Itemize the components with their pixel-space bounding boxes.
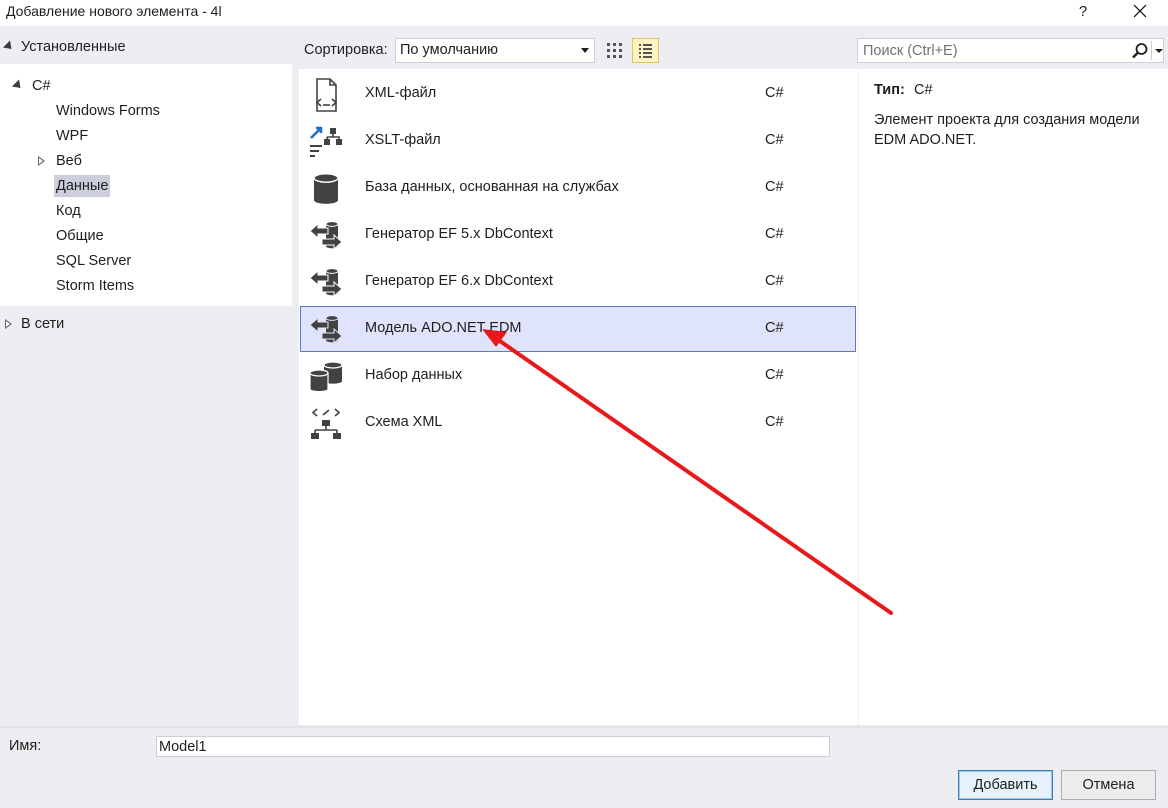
- search-input[interactable]: [858, 39, 1128, 62]
- tree-item-windows-forms[interactable]: Windows Forms: [56, 100, 160, 122]
- template-language: C#: [765, 226, 784, 242]
- installed-label: Установленные: [21, 39, 126, 55]
- installed-header[interactable]: Установленные: [0, 34, 292, 62]
- sort-label: Сортировка:: [304, 42, 388, 58]
- details-panel: Тип: C# Элемент проекта для создания мод…: [859, 69, 1168, 725]
- template-item-ef5-generator[interactable]: Генератор EF 5.x DbContext C#: [300, 212, 856, 258]
- xml-schema-icon: [311, 408, 341, 439]
- type-label: Тип:: [874, 82, 905, 98]
- tree-item-general[interactable]: Общие: [56, 225, 104, 247]
- xslt-file-icon: [310, 126, 342, 157]
- template-language: C#: [765, 414, 784, 430]
- template-language: C#: [765, 273, 784, 289]
- name-label: Имя:: [9, 738, 42, 754]
- close-button[interactable]: [1126, 0, 1154, 24]
- template-name: Модель ADO.NET EDM: [365, 320, 522, 336]
- tree-item-label: C#: [32, 78, 51, 94]
- dataset-icon: [309, 361, 343, 393]
- expand-triangle-icon: [2, 40, 16, 53]
- template-name: Генератор EF 5.x DbContext: [365, 226, 553, 242]
- tree-item-web-row[interactable]: Веб: [0, 150, 292, 172]
- ado-model-icon: [309, 315, 343, 345]
- online-label: В сети: [21, 316, 65, 332]
- window-title: Добавление нового элемента - 4l: [6, 3, 222, 19]
- template-description: Элемент проекта для создания модели EDM …: [874, 112, 1140, 148]
- ef-generator-icon: [309, 221, 343, 251]
- ef-generator-icon: [309, 268, 343, 298]
- chevron-down-icon: [581, 48, 589, 53]
- template-name: XML-файл: [365, 85, 437, 101]
- tree-item-code[interactable]: Код: [56, 200, 81, 222]
- list-view-icon: [639, 44, 652, 58]
- template-item-dataset[interactable]: Набор данных C#: [300, 353, 856, 399]
- database-icon: [313, 173, 339, 204]
- view-list-button[interactable]: [632, 38, 659, 63]
- tree-item-storm-items[interactable]: Storm Items: [56, 275, 134, 297]
- template-name: Набор данных: [365, 367, 463, 383]
- search-icon[interactable]: [1130, 41, 1150, 61]
- template-language: C#: [765, 85, 784, 101]
- search-box[interactable]: [857, 38, 1164, 63]
- tree-item-csharp[interactable]: C#: [0, 75, 292, 97]
- sort-value: По умолчанию: [400, 42, 499, 58]
- tree-item-sql-server[interactable]: SQL Server: [56, 250, 131, 272]
- template-language: C#: [765, 179, 784, 195]
- type-value: C#: [914, 82, 933, 98]
- collapse-triangle-icon: [38, 156, 45, 166]
- template-tree: C# Windows Forms WPF Веб Данные Код Общи…: [0, 64, 292, 306]
- tree-item-web: Веб: [56, 153, 82, 169]
- close-icon: [1133, 4, 1147, 18]
- template-item-ef6-generator[interactable]: Генератор EF 6.x DbContext C#: [300, 259, 856, 305]
- template-item-service-database[interactable]: База данных, основанная на службах C#: [300, 165, 856, 211]
- template-item-xml-file[interactable]: XML-файл C#: [300, 71, 856, 117]
- online-header[interactable]: В сети: [0, 313, 292, 337]
- help-button[interactable]: ?: [1072, 1, 1094, 23]
- tree-item-data[interactable]: Данные: [54, 175, 111, 197]
- template-name: Схема XML: [365, 414, 443, 430]
- collapse-triangle-icon: [5, 319, 12, 329]
- tree-item-wpf[interactable]: WPF: [56, 125, 88, 147]
- template-name: Генератор EF 6.x DbContext: [365, 273, 553, 289]
- search-divider: [1151, 41, 1152, 60]
- expand-triangle-icon: [11, 79, 25, 92]
- template-item-xml-schema[interactable]: Схема XML C#: [300, 400, 856, 446]
- template-item-xslt-file[interactable]: XSLT-файл C#: [300, 118, 856, 164]
- sort-select[interactable]: По умолчанию: [395, 38, 595, 63]
- footer-divider: [0, 726, 1168, 728]
- grid-view-icon: [607, 43, 622, 58]
- title-bar: Добавление нового элемента - 4l ?: [0, 0, 1168, 26]
- name-input[interactable]: [156, 736, 830, 757]
- template-list: XML-файл C# XSLT-файл C# База данных, ос…: [299, 69, 858, 725]
- template-language: C#: [765, 132, 784, 148]
- template-language: C#: [765, 367, 784, 383]
- template-language: C#: [765, 320, 784, 336]
- xml-file-icon: [315, 78, 338, 112]
- add-button[interactable]: Добавить: [958, 770, 1053, 800]
- cancel-button[interactable]: Отмена: [1061, 770, 1156, 800]
- template-name: База данных, основанная на службах: [365, 179, 619, 195]
- template-item-ado-model[interactable]: Модель ADO.NET EDM C#: [300, 306, 856, 352]
- chevron-down-icon[interactable]: [1155, 49, 1163, 53]
- template-name: XSLT-файл: [365, 132, 441, 148]
- view-grid-button[interactable]: [602, 38, 628, 63]
